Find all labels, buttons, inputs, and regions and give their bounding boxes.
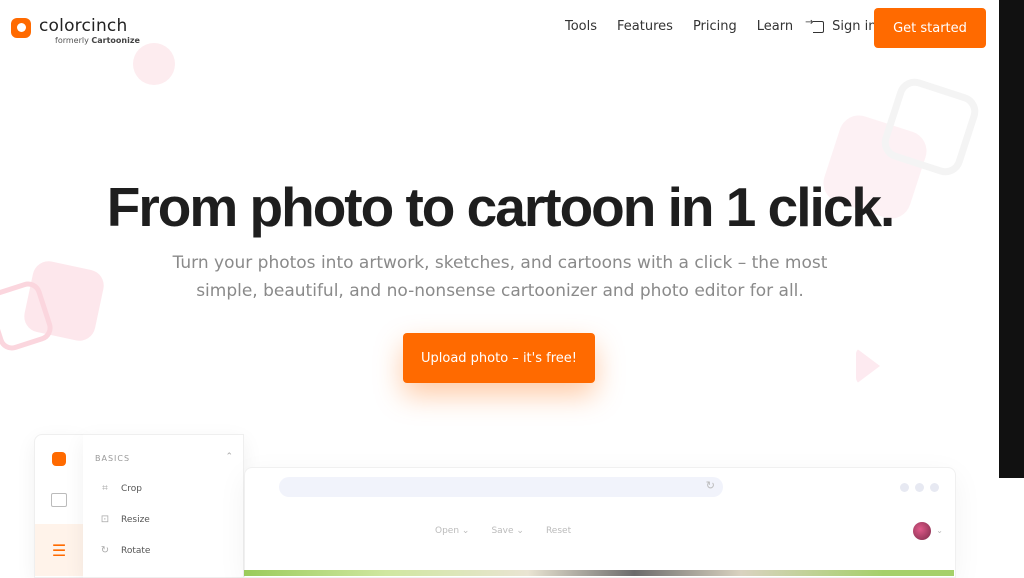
url-bar[interactable]: ↻ — [279, 477, 723, 497]
logo-icon — [11, 18, 31, 38]
tool-resize-label: Resize — [121, 514, 150, 525]
rotate-icon: ↻ — [100, 545, 110, 556]
sign-in-icon — [805, 17, 825, 33]
adjust-icon: ☰ — [51, 540, 67, 560]
brand-name: colorcinch — [39, 16, 128, 36]
tool-crop-label: Crop — [121, 483, 143, 494]
decor-circle — [133, 43, 175, 85]
editor-canvas-window: ↻ Open ⌄ Save ⌄ Reset ⌄ — [244, 467, 956, 578]
chevron-up-icon[interactable]: ⌃ — [225, 452, 233, 462]
formerly-prefix: formerly — [55, 36, 89, 45]
hero-subtitle: Turn your photos into artwork, sketches,… — [172, 253, 828, 301]
main-nav: Tools Features Pricing Learn Sign in — [565, 17, 877, 35]
editor-tools-panel: BASICS ⌃ ⌗ Crop ⊡ Resize ↻ Rotate — [83, 434, 244, 578]
crop-icon: ⌗ — [102, 483, 108, 494]
menu-open[interactable]: Open ⌄ — [435, 526, 469, 536]
tool-crop[interactable]: ⌗ Crop — [99, 483, 142, 494]
editor-sidebar: ☰ — [34, 434, 85, 578]
editor-menu: Open ⌄ Save ⌄ Reset — [435, 526, 593, 536]
editor-logo[interactable] — [35, 439, 83, 479]
tool-resize[interactable]: ⊡ Resize — [99, 514, 150, 525]
avatar[interactable] — [913, 522, 931, 540]
tool-rotate[interactable]: ↻ Rotate — [99, 545, 151, 556]
sidebar-adjust-tab[interactable]: ☰ — [35, 524, 85, 576]
sign-in-link[interactable]: Sign in — [805, 17, 877, 35]
image-icon — [51, 493, 67, 507]
menu-reset[interactable]: Reset — [546, 526, 571, 536]
resize-icon: ⊡ — [100, 514, 110, 525]
menu-save[interactable]: Save ⌄ — [491, 526, 524, 536]
editor-photo-preview — [244, 570, 954, 576]
hero-title: From photo to cartoon in 1 click. — [106, 175, 896, 238]
get-started-button[interactable]: Get started — [874, 8, 986, 48]
brand-logo[interactable]: colorcinch formerly Cartoonize — [11, 16, 140, 46]
nav-features[interactable]: Features — [617, 19, 673, 34]
panel-section-title: BASICS — [95, 454, 131, 463]
nav-tools[interactable]: Tools — [565, 19, 597, 34]
nav-learn[interactable]: Learn — [757, 19, 793, 34]
window-dots — [894, 483, 939, 492]
logo-icon — [52, 452, 66, 466]
sidebar-image-tab[interactable] — [35, 480, 83, 520]
side-panel — [999, 0, 1024, 478]
brand-formerly: formerly Cartoonize — [55, 36, 140, 46]
tool-rotate-label: Rotate — [121, 545, 151, 556]
upload-photo-button[interactable]: Upload photo – it's free! — [403, 333, 595, 383]
formerly-name: Cartoonize — [91, 36, 140, 45]
chevron-down-icon[interactable]: ⌄ — [936, 526, 943, 535]
reload-icon[interactable]: ↻ — [706, 479, 715, 492]
nav-pricing[interactable]: Pricing — [693, 19, 737, 34]
decor-triangle — [856, 348, 880, 384]
sign-in-label: Sign in — [832, 19, 877, 34]
